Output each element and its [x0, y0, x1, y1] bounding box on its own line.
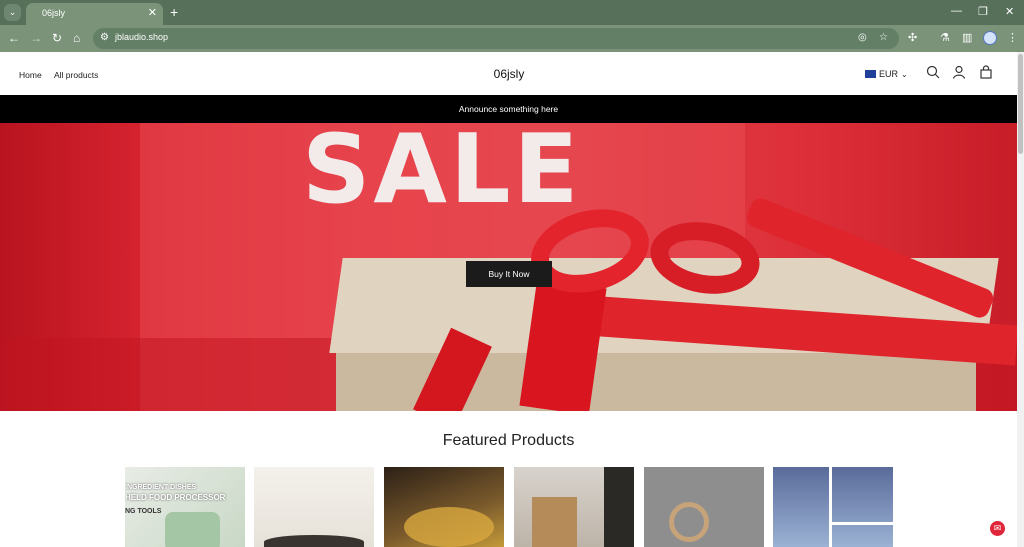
- eye-off-icon[interactable]: ◎: [858, 32, 867, 43]
- tab-close-icon[interactable]: ✕: [148, 6, 157, 19]
- product-card[interactable]: [384, 467, 504, 547]
- product-image-shape: [604, 467, 634, 547]
- side-panel-icon[interactable]: ▥: [962, 31, 972, 44]
- address-bar[interactable]: ⚙ jblaudio.shop ◎ ☆: [93, 28, 899, 49]
- product-image-caption-line: HELD FOOD PROCESSOR: [125, 493, 226, 502]
- product-image-shape: [165, 512, 220, 547]
- minimize-icon[interactable]: —: [951, 5, 962, 17]
- product-image-shape: [669, 502, 709, 542]
- site-header: Home All products 06jsly EUR ⌄: [0, 52, 1017, 95]
- product-card[interactable]: [254, 467, 374, 547]
- web-page: Home All products 06jsly EUR ⌄ Announce …: [0, 52, 1017, 547]
- back-icon[interactable]: ←: [8, 31, 20, 45]
- product-image-shape: [532, 497, 577, 547]
- labs-icon[interactable]: ⚗: [940, 31, 950, 44]
- featured-products-title: Featured Products: [442, 432, 575, 449]
- account-icon[interactable]: [952, 65, 966, 79]
- url-text[interactable]: jblaudio.shop: [115, 32, 168, 42]
- hero-banner: SALE Buy It Now: [0, 123, 1017, 411]
- tab-search-button[interactable]: ⌄: [4, 4, 21, 21]
- browser-toolbar: ← → ↻ ⌂ ⚙ jblaudio.shop ◎ ☆ ✣ ⚗ ▥ ⋮: [0, 25, 1024, 52]
- browser-tab[interactable]: 06jsly ✕: [26, 3, 163, 25]
- forward-icon[interactable]: →: [30, 31, 42, 45]
- site-info-icon[interactable]: ⚙: [100, 32, 109, 43]
- product-card[interactable]: [644, 467, 764, 547]
- scrollbar-thumb[interactable]: [1018, 54, 1023, 154]
- announcement-text: Announce something here: [458, 104, 559, 114]
- extensions-icon[interactable]: ✣: [908, 31, 917, 44]
- nav-home-link[interactable]: Home: [19, 70, 42, 80]
- home-icon[interactable]: ⌂: [73, 31, 80, 45]
- currency-label: EUR: [879, 69, 899, 79]
- product-image-shape: [829, 467, 832, 547]
- store-name[interactable]: 06jsly: [470, 67, 548, 81]
- menu-icon[interactable]: ⋮: [1007, 31, 1018, 44]
- product-card[interactable]: INGREDIENT DISHES HELD FOOD PROCESSOR NG…: [125, 467, 245, 547]
- browser-tab-bar: ⌄ 06jsly ✕ + — ❐ ✕: [0, 0, 1024, 25]
- eu-flag-icon: [865, 70, 876, 78]
- close-window-icon[interactable]: ✕: [1005, 5, 1014, 18]
- chat-widget-icon[interactable]: ✉: [990, 521, 1005, 536]
- bookmark-star-icon[interactable]: ☆: [879, 32, 888, 43]
- product-image-shape: [404, 507, 494, 547]
- announcement-bar: Announce something here: [0, 95, 1017, 123]
- buy-it-now-button[interactable]: Buy It Now: [466, 261, 552, 287]
- hero-sale-text: SALE: [302, 123, 582, 225]
- tab-title: 06jsly: [42, 8, 66, 18]
- profile-avatar[interactable]: [983, 31, 997, 45]
- product-card[interactable]: [773, 467, 893, 547]
- cart-icon[interactable]: [979, 65, 993, 79]
- search-icon[interactable]: [926, 65, 940, 79]
- currency-selector[interactable]: EUR ⌄: [865, 69, 908, 79]
- restore-icon[interactable]: ❐: [978, 5, 988, 18]
- nav-all-products-link[interactable]: All products: [54, 70, 98, 80]
- product-card[interactable]: [514, 467, 634, 547]
- product-image-caption-line: INGREDIENT DISHES: [125, 484, 197, 491]
- reload-icon[interactable]: ↻: [52, 31, 62, 45]
- product-image-shape: [832, 522, 893, 525]
- product-image-shape: [264, 535, 364, 547]
- new-tab-icon[interactable]: +: [170, 4, 178, 20]
- chevron-down-icon: ⌄: [901, 69, 908, 79]
- page-scrollbar[interactable]: [1017, 52, 1024, 547]
